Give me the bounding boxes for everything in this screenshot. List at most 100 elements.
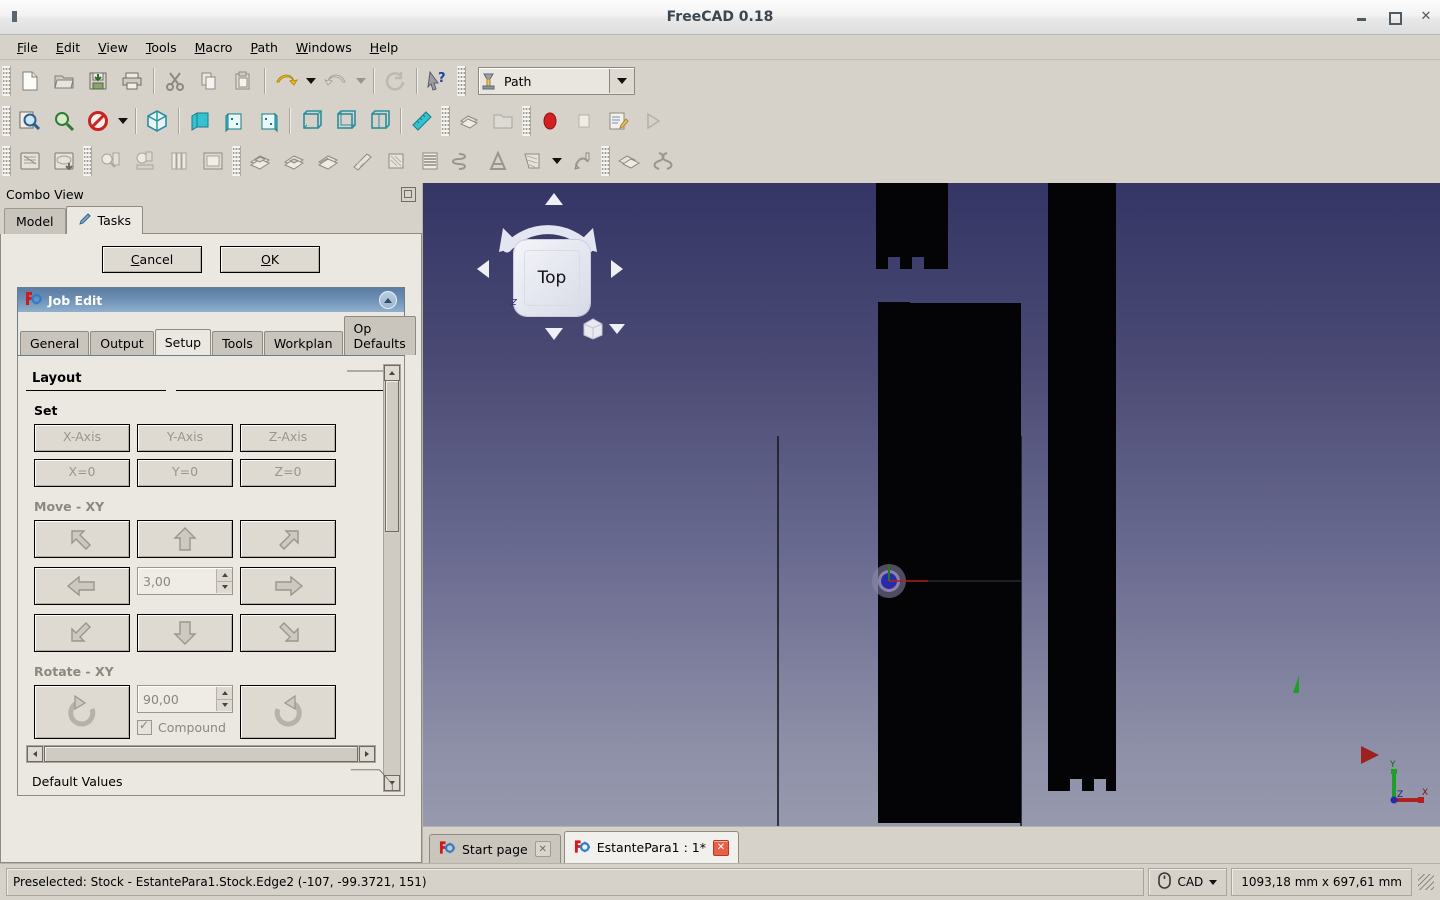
float-panel-icon[interactable] xyxy=(401,187,416,202)
fit-selection-icon[interactable] xyxy=(47,105,81,137)
path-job-import-icon[interactable] xyxy=(47,145,81,177)
toolbar-grip[interactable] xyxy=(601,146,610,176)
draw-style-icon[interactable] xyxy=(81,105,115,137)
job-tab-general[interactable]: General xyxy=(20,331,90,355)
navigation-mode-selector[interactable]: CAD xyxy=(1148,868,1228,896)
paste-icon[interactable] xyxy=(226,65,260,97)
toolbar-grip[interactable] xyxy=(83,146,92,176)
close-icon[interactable]: ✕ xyxy=(712,839,729,856)
tab-tasks[interactable]: Tasks xyxy=(65,206,144,234)
path-simulator-icon[interactable] xyxy=(128,145,162,177)
new-document-icon[interactable] xyxy=(13,65,47,97)
fit-all-icon[interactable] xyxy=(13,105,47,137)
job-tab-output[interactable]: Output xyxy=(90,331,154,355)
bottom-view-icon[interactable] xyxy=(328,105,362,137)
print-icon[interactable] xyxy=(115,65,149,97)
left-view-icon[interactable] xyxy=(362,105,396,137)
toolbar-grip[interactable] xyxy=(2,146,11,176)
maximize-button[interactable] xyxy=(1388,11,1402,25)
path-job-create-icon[interactable] xyxy=(13,145,47,177)
path-copy-icon[interactable] xyxy=(646,145,680,177)
move-down-button[interactable] xyxy=(137,614,233,652)
workbench-selector[interactable]: Path xyxy=(478,67,635,95)
scroll-up-icon[interactable] xyxy=(384,365,400,381)
doc-tab-estante-para1[interactable]: EstantePara1 : 1* ✕ xyxy=(563,831,739,863)
nav-arrow-down-icon[interactable] xyxy=(545,328,563,340)
path-more-dropdown-icon[interactable] xyxy=(549,145,565,177)
set-x-zero-button[interactable]: X=0 xyxy=(34,459,130,487)
3d-viewport[interactable]: Top z Y X Z xyxy=(423,183,1440,826)
right-view-icon[interactable] xyxy=(251,105,285,137)
path-dressup-icon[interactable] xyxy=(565,145,599,177)
move-up-left-button[interactable] xyxy=(34,520,130,558)
path-stock-icon[interactable] xyxy=(196,145,230,177)
nav-arrow-right-icon[interactable] xyxy=(611,260,623,278)
rotate-angle-spinner[interactable] xyxy=(216,687,232,711)
path-pocket-icon[interactable] xyxy=(277,145,311,177)
record-macro-icon[interactable] xyxy=(533,105,567,137)
set-x-axis-button[interactable]: X-Axis xyxy=(34,424,130,452)
set-z-zero-button[interactable]: Z=0 xyxy=(240,459,336,487)
menu-edit[interactable]: Edit xyxy=(47,37,89,58)
job-tab-op-defaults[interactable]: Op Defaults xyxy=(343,316,416,355)
path-profile-icon[interactable] xyxy=(243,145,277,177)
stop-macro-icon[interactable] xyxy=(567,105,601,137)
move-down-left-button[interactable] xyxy=(34,614,130,652)
copy-icon[interactable] xyxy=(192,65,226,97)
scroll-right-icon[interactable] xyxy=(359,746,375,762)
isometric-view-icon[interactable] xyxy=(140,105,174,137)
redo-icon[interactable] xyxy=(319,65,353,97)
nav-arrow-left-icon[interactable] xyxy=(477,260,489,278)
workbench-dropdown-icon[interactable] xyxy=(609,69,634,93)
menu-file[interactable]: File xyxy=(8,37,47,58)
setup-horizontal-scrollbar[interactable] xyxy=(26,745,376,763)
rotate-angle-up-icon[interactable] xyxy=(217,687,232,700)
scroll-left-icon[interactable] xyxy=(27,746,43,762)
whats-this-icon[interactable]: ? xyxy=(421,65,455,97)
ok-button[interactable]: OK xyxy=(220,246,320,273)
execute-macro-icon[interactable] xyxy=(635,105,669,137)
move-distance-up-icon[interactable] xyxy=(217,569,232,582)
move-right-button[interactable] xyxy=(240,567,336,605)
path-drilling-icon[interactable] xyxy=(413,145,447,177)
path-adaptive-icon[interactable] xyxy=(481,145,515,177)
nav-arrow-up-icon[interactable] xyxy=(545,193,563,205)
menu-macro[interactable]: Macro xyxy=(186,37,242,58)
close-icon[interactable]: ✕ xyxy=(534,841,551,857)
chevron-down-icon[interactable] xyxy=(1209,879,1218,885)
move-distance-down-icon[interactable] xyxy=(217,581,232,593)
draw-style-dropdown-icon[interactable] xyxy=(115,105,131,137)
move-distance-input[interactable]: 3,00 xyxy=(137,567,233,595)
job-tab-workplan[interactable]: Workplan xyxy=(263,331,343,355)
path-inspect-icon[interactable] xyxy=(94,145,128,177)
undo-dropdown-icon[interactable] xyxy=(303,65,319,97)
toolbar-grip[interactable] xyxy=(2,66,11,96)
move-up-button[interactable] xyxy=(137,520,233,558)
setup-vertical-scrollbar[interactable] xyxy=(383,364,401,792)
tab-model[interactable]: Model xyxy=(4,208,66,234)
menu-view[interactable]: View xyxy=(89,37,137,58)
move-up-right-button[interactable] xyxy=(240,520,336,558)
collapse-icon[interactable] xyxy=(379,291,397,309)
set-y-zero-button[interactable]: Y=0 xyxy=(137,459,233,487)
path-array-icon[interactable] xyxy=(612,145,646,177)
menu-windows[interactable]: Windows xyxy=(287,37,361,58)
job-folder-icon[interactable] xyxy=(486,105,520,137)
rear-view-icon[interactable] xyxy=(294,105,328,137)
rotate-cw-button[interactable] xyxy=(240,685,336,739)
path-helix-icon[interactable] xyxy=(447,145,481,177)
hscrollbar-thumb[interactable] xyxy=(44,746,358,762)
nav-mini-cube-icon[interactable] xyxy=(581,316,605,340)
scrollbar-thumb[interactable] xyxy=(385,380,399,532)
toolbar-grip[interactable] xyxy=(457,66,466,96)
top-view-icon[interactable] xyxy=(217,105,251,137)
compound-checkbox[interactable] xyxy=(137,718,152,735)
close-icon[interactable]: ✕ xyxy=(1420,10,1432,23)
rotate-ccw-button[interactable] xyxy=(34,685,130,739)
job-tab-setup[interactable]: Setup xyxy=(154,329,212,355)
menu-help[interactable]: Help xyxy=(361,37,408,58)
move-distance-spinner[interactable] xyxy=(216,569,232,593)
navigation-cube[interactable]: Top z xyxy=(463,188,633,353)
rotate-angle-down-icon[interactable] xyxy=(217,699,232,711)
job-icon[interactable] xyxy=(452,105,486,137)
